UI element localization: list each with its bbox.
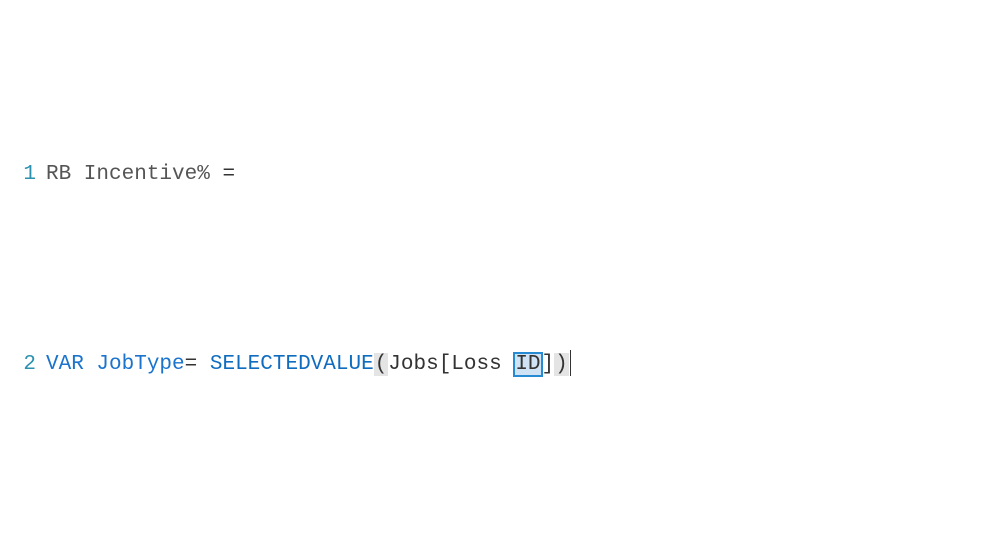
fn-selectedvalue: SELECTEDVALUE	[210, 353, 374, 376]
line-number: 1	[0, 156, 46, 194]
code-line[interactable]: 1 RB Incentive% =	[0, 156, 1002, 194]
paren-close: )	[554, 353, 569, 376]
equals: =	[185, 353, 198, 376]
dax-editor[interactable]: 1 RB Incentive% = 2 VAR JobType= SELECTE…	[0, 0, 1002, 540]
table-column: Jobs[Loss	[388, 353, 514, 376]
code-line[interactable]: 2 VAR JobType= SELECTEDVALUE(Jobs[Loss I…	[0, 346, 1002, 384]
text-cursor-icon	[570, 350, 571, 376]
bracket-close: ]	[542, 353, 555, 376]
measure-name: RB Incentive%	[46, 163, 222, 186]
line-number: 3	[0, 536, 46, 540]
paren-open: (	[374, 353, 389, 376]
keyword-var: VAR	[46, 353, 84, 376]
var-name: JobType	[96, 353, 184, 376]
selection-id[interactable]: ID	[514, 353, 541, 376]
line-number: 2	[0, 346, 46, 384]
code-line[interactable]: 3 RETURN	[0, 536, 1002, 540]
equals: =	[222, 163, 235, 186]
